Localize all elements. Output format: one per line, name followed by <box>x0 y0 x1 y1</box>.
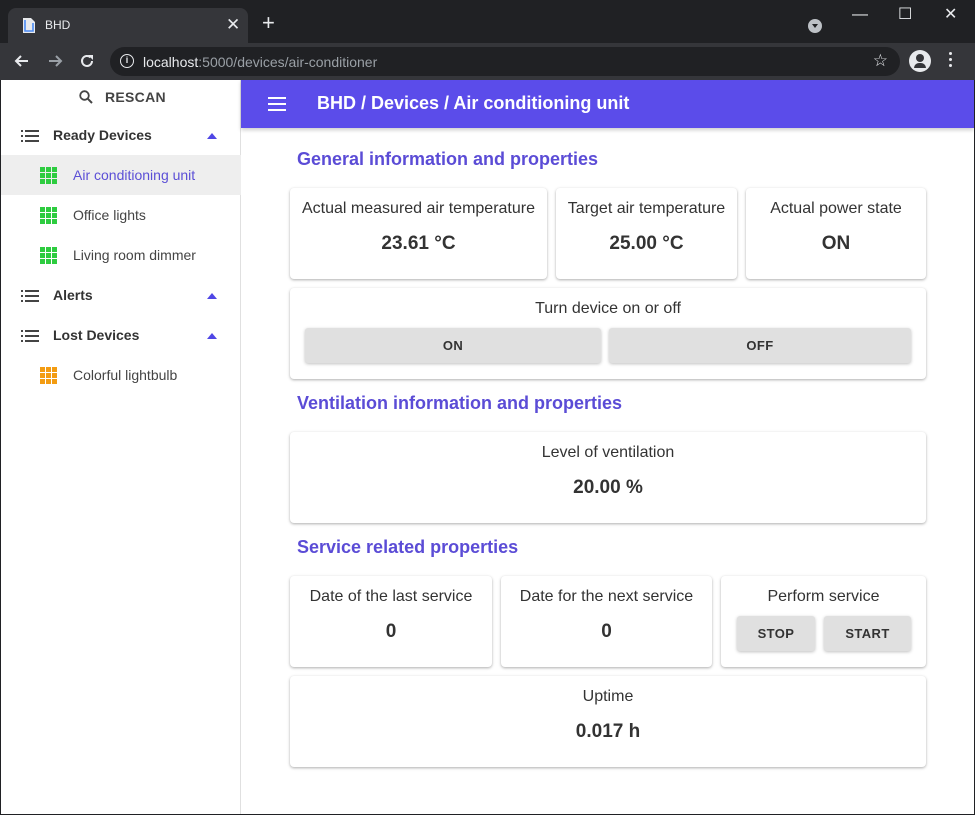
collapse-caret-icon[interactable] <box>207 133 217 139</box>
target-temperature-card: Target air temperature 25.00 °C <box>556 188 737 279</box>
breadcrumb: BHD / Devices / Air conditioning unit <box>317 93 630 113</box>
next-service-card: Date for the next service 0 <box>501 576 712 667</box>
grid-icon <box>40 367 57 384</box>
profile-avatar-icon[interactable] <box>909 50 931 72</box>
card-label: Actual measured air temperature <box>302 200 535 217</box>
back-icon[interactable] <box>12 51 32 71</box>
browser-menu-icon[interactable] <box>949 52 953 70</box>
rescan-label: RESCAN <box>105 89 166 105</box>
sidebar-item-living-room-dimmer[interactable]: Living room dimmer <box>1 235 241 275</box>
power-state-card: Actual power state ON <box>746 188 926 279</box>
list-icon <box>21 290 39 302</box>
card-label: Date of the last service <box>309 588 473 605</box>
actual-temperature-card: Actual measured air temperature 23.61 °C <box>290 188 547 279</box>
close-tab-icon[interactable]: ✕ <box>226 16 240 33</box>
browser-toolbar: i localhost:5000/devices/air-conditioner… <box>0 43 975 80</box>
tab-title: BHD <box>45 18 71 32</box>
bookmark-star-icon[interactable]: ☆ <box>873 51 888 71</box>
reload-icon[interactable] <box>77 51 97 71</box>
sidebar-group-label: Alerts <box>53 287 93 303</box>
sidebar-group-alerts[interactable]: Alerts <box>1 275 241 315</box>
perform-service-card: Perform service STOP START <box>721 576 926 667</box>
list-icon <box>21 330 39 342</box>
card-value: ON <box>821 233 851 254</box>
grid-icon <box>40 207 57 224</box>
search-icon <box>79 90 93 104</box>
card-value: 25.00 °C <box>609 233 684 254</box>
page-icon <box>23 18 35 33</box>
url-text[interactable]: localhost:5000/devices/air-conditioner <box>143 54 377 70</box>
sidebar-group-label: Lost Devices <box>53 327 140 343</box>
sidebar-item-air-conditioning-unit[interactable]: Air conditioning unit <box>1 155 241 195</box>
card-label: Target air temperature <box>567 200 726 217</box>
forward-icon[interactable] <box>45 51 65 71</box>
browser-tabstrip: BHD ✕ + — ☐ ✕ <box>0 0 975 43</box>
card-value: 0 <box>601 621 612 642</box>
browser-tab[interactable]: BHD ✕ <box>8 8 248 43</box>
site-info-icon[interactable]: i <box>120 54 134 68</box>
grid-icon <box>40 167 57 184</box>
sidebar-group-ready-devices[interactable]: Ready Devices <box>1 115 241 155</box>
new-tab-icon[interactable]: + <box>262 12 275 34</box>
sidebar: RESCAN Ready Devices Air conditioning un… <box>1 80 241 814</box>
app-page: RESCAN Ready Devices Air conditioning un… <box>1 80 974 814</box>
sidebar-item-colorful-lightbulb[interactable]: Colorful lightbulb <box>1 355 241 395</box>
last-service-card: Date of the last service 0 <box>290 576 492 667</box>
section-title-general: General information and properties <box>297 149 599 169</box>
card-value: 0 <box>385 621 397 642</box>
sidebar-item-label: Air conditioning unit <box>73 167 196 183</box>
service-start-button[interactable]: START <box>824 616 911 651</box>
card-label: Date for the next service <box>519 588 694 605</box>
power-toggle-card: Turn device on or off ON OFF <box>290 288 926 379</box>
card-label: Actual power state <box>770 200 902 217</box>
menu-icon[interactable] <box>268 97 286 111</box>
card-value: 23.61 °C <box>381 233 456 254</box>
chevron-down-icon[interactable] <box>808 19 822 33</box>
card-label: Level of ventilation <box>541 444 675 461</box>
card-value: 20.00 % <box>573 477 643 498</box>
ventilation-level-card: Level of ventilation 20.00 % <box>290 432 926 523</box>
section-title-service: Service related properties <box>297 537 519 557</box>
card-value: 0.017 h <box>575 721 641 742</box>
sidebar-item-label: Colorful lightbulb <box>73 367 178 383</box>
address-bar[interactable]: i localhost:5000/devices/air-conditioner… <box>110 47 900 76</box>
collapse-caret-icon[interactable] <box>207 293 217 299</box>
grid-icon <box>40 247 57 264</box>
rescan-button[interactable]: RESCAN <box>1 80 241 116</box>
uptime-card: Uptime 0.017 h <box>290 676 926 767</box>
sidebar-item-office-lights[interactable]: Office lights <box>1 195 241 235</box>
app-bar: BHD / Devices / Air conditioning unit <box>241 80 974 128</box>
power-off-button[interactable]: OFF <box>609 328 911 363</box>
service-stop-button[interactable]: STOP <box>737 616 815 651</box>
section-title-ventilation: Ventilation information and properties <box>297 393 623 413</box>
list-icon <box>21 130 39 142</box>
sidebar-group-label: Ready Devices <box>53 127 152 143</box>
card-label: Uptime <box>582 688 634 705</box>
collapse-caret-icon[interactable] <box>207 333 217 339</box>
maximize-icon[interactable]: ☐ <box>898 6 912 24</box>
window-close-icon[interactable]: ✕ <box>944 6 957 24</box>
sidebar-item-label: Living room dimmer <box>73 247 196 263</box>
card-label: Turn device on or off <box>535 300 681 317</box>
sidebar-group-lost-devices[interactable]: Lost Devices <box>1 315 241 355</box>
sidebar-item-label: Office lights <box>73 207 146 223</box>
minimize-icon[interactable]: — <box>852 6 868 24</box>
card-label: Perform service <box>767 588 880 605</box>
power-on-button[interactable]: ON <box>305 328 601 363</box>
